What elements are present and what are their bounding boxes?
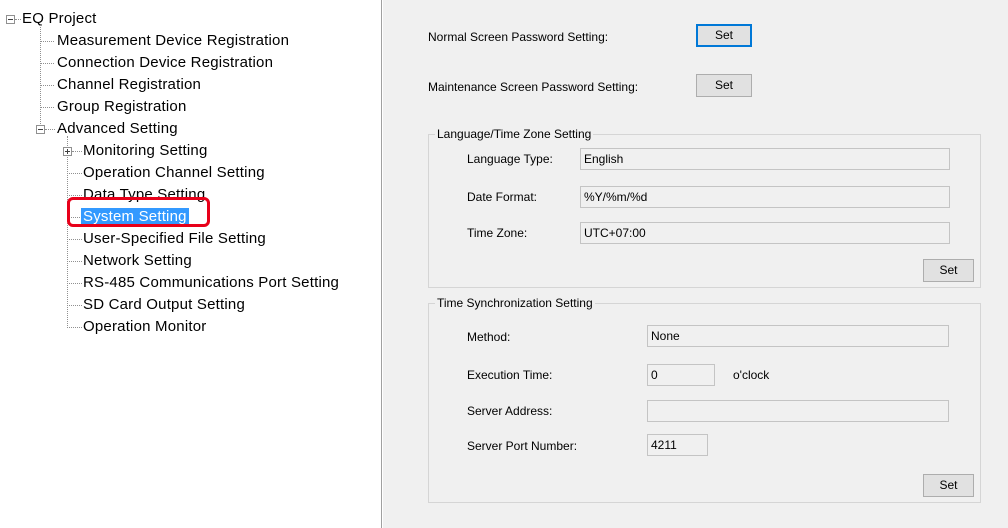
expand-monitoring-icon[interactable] [63, 147, 72, 156]
language-type-label: Language Type: [467, 152, 553, 166]
tree-item-sd-card-output-setting[interactable]: SD Card Output Setting [83, 296, 245, 314]
normal-password-set-button[interactable]: Set [696, 24, 752, 47]
server-address-field [647, 400, 949, 422]
time-sync-set-button[interactable]: Set [923, 474, 974, 497]
language-type-field: English [580, 148, 950, 170]
selection-highlight-box [67, 197, 210, 227]
method-field: None [647, 325, 949, 347]
date-format-field: %Y/%m/%d [580, 186, 950, 208]
tree-root-eq-project[interactable]: EQ Project [22, 10, 97, 28]
tree-item-monitoring-setting[interactable]: Monitoring Setting [83, 142, 208, 160]
execution-time-label: Execution Time: [467, 368, 553, 382]
server-address-label: Server Address: [467, 404, 553, 418]
execution-time-field: 0 [647, 364, 715, 386]
tree-item-network-setting[interactable]: Network Setting [83, 252, 192, 270]
tree-item-advanced-setting[interactable]: Advanced Setting [57, 120, 178, 138]
server-port-label: Server Port Number: [467, 439, 578, 453]
language-set-button[interactable]: Set [923, 259, 974, 282]
tree-item-user-specified-file-setting[interactable]: User-Specified File Setting [83, 230, 266, 248]
time-sync-group: Time Synchronization Setting Method: Non… [428, 296, 981, 503]
tree-item-group-registration[interactable]: Group Registration [57, 98, 187, 116]
tree-item-measurement-device-registration[interactable]: Measurement Device Registration [57, 32, 289, 50]
time-sync-group-title: Time Synchronization Setting [435, 296, 595, 310]
system-setting-pane: Normal Screen Password Setting: Set Main… [383, 0, 1008, 528]
language-time-zone-group-title: Language/Time Zone Setting [435, 127, 594, 141]
tree-item-operation-channel-setting[interactable]: Operation Channel Setting [83, 164, 265, 182]
language-time-zone-group: Language/Time Zone Setting Language Type… [428, 127, 981, 288]
date-format-label: Date Format: [467, 190, 538, 204]
tree-item-operation-monitor[interactable]: Operation Monitor [83, 318, 206, 336]
maintenance-password-label: Maintenance Screen Password Setting: [428, 80, 639, 94]
tree-item-channel-registration[interactable]: Channel Registration [57, 76, 201, 94]
tree-item-rs485-port-setting[interactable]: RS-485 Communications Port Setting [83, 274, 339, 292]
time-zone-label: Time Zone: [467, 226, 528, 240]
collapse-advanced-icon[interactable] [36, 125, 45, 134]
collapse-root-icon[interactable] [6, 15, 15, 24]
server-port-field: 4211 [647, 434, 708, 456]
execution-time-unit: o'clock [733, 368, 770, 382]
time-zone-field: UTC+07:00 [580, 222, 950, 244]
tree-item-connection-device-registration[interactable]: Connection Device Registration [57, 54, 273, 72]
maintenance-password-set-button[interactable]: Set [696, 74, 752, 97]
project-tree[interactable]: EQ Project Measurement Device Registrati… [0, 0, 382, 528]
method-label: Method: [467, 330, 511, 344]
normal-password-label: Normal Screen Password Setting: [428, 30, 609, 44]
